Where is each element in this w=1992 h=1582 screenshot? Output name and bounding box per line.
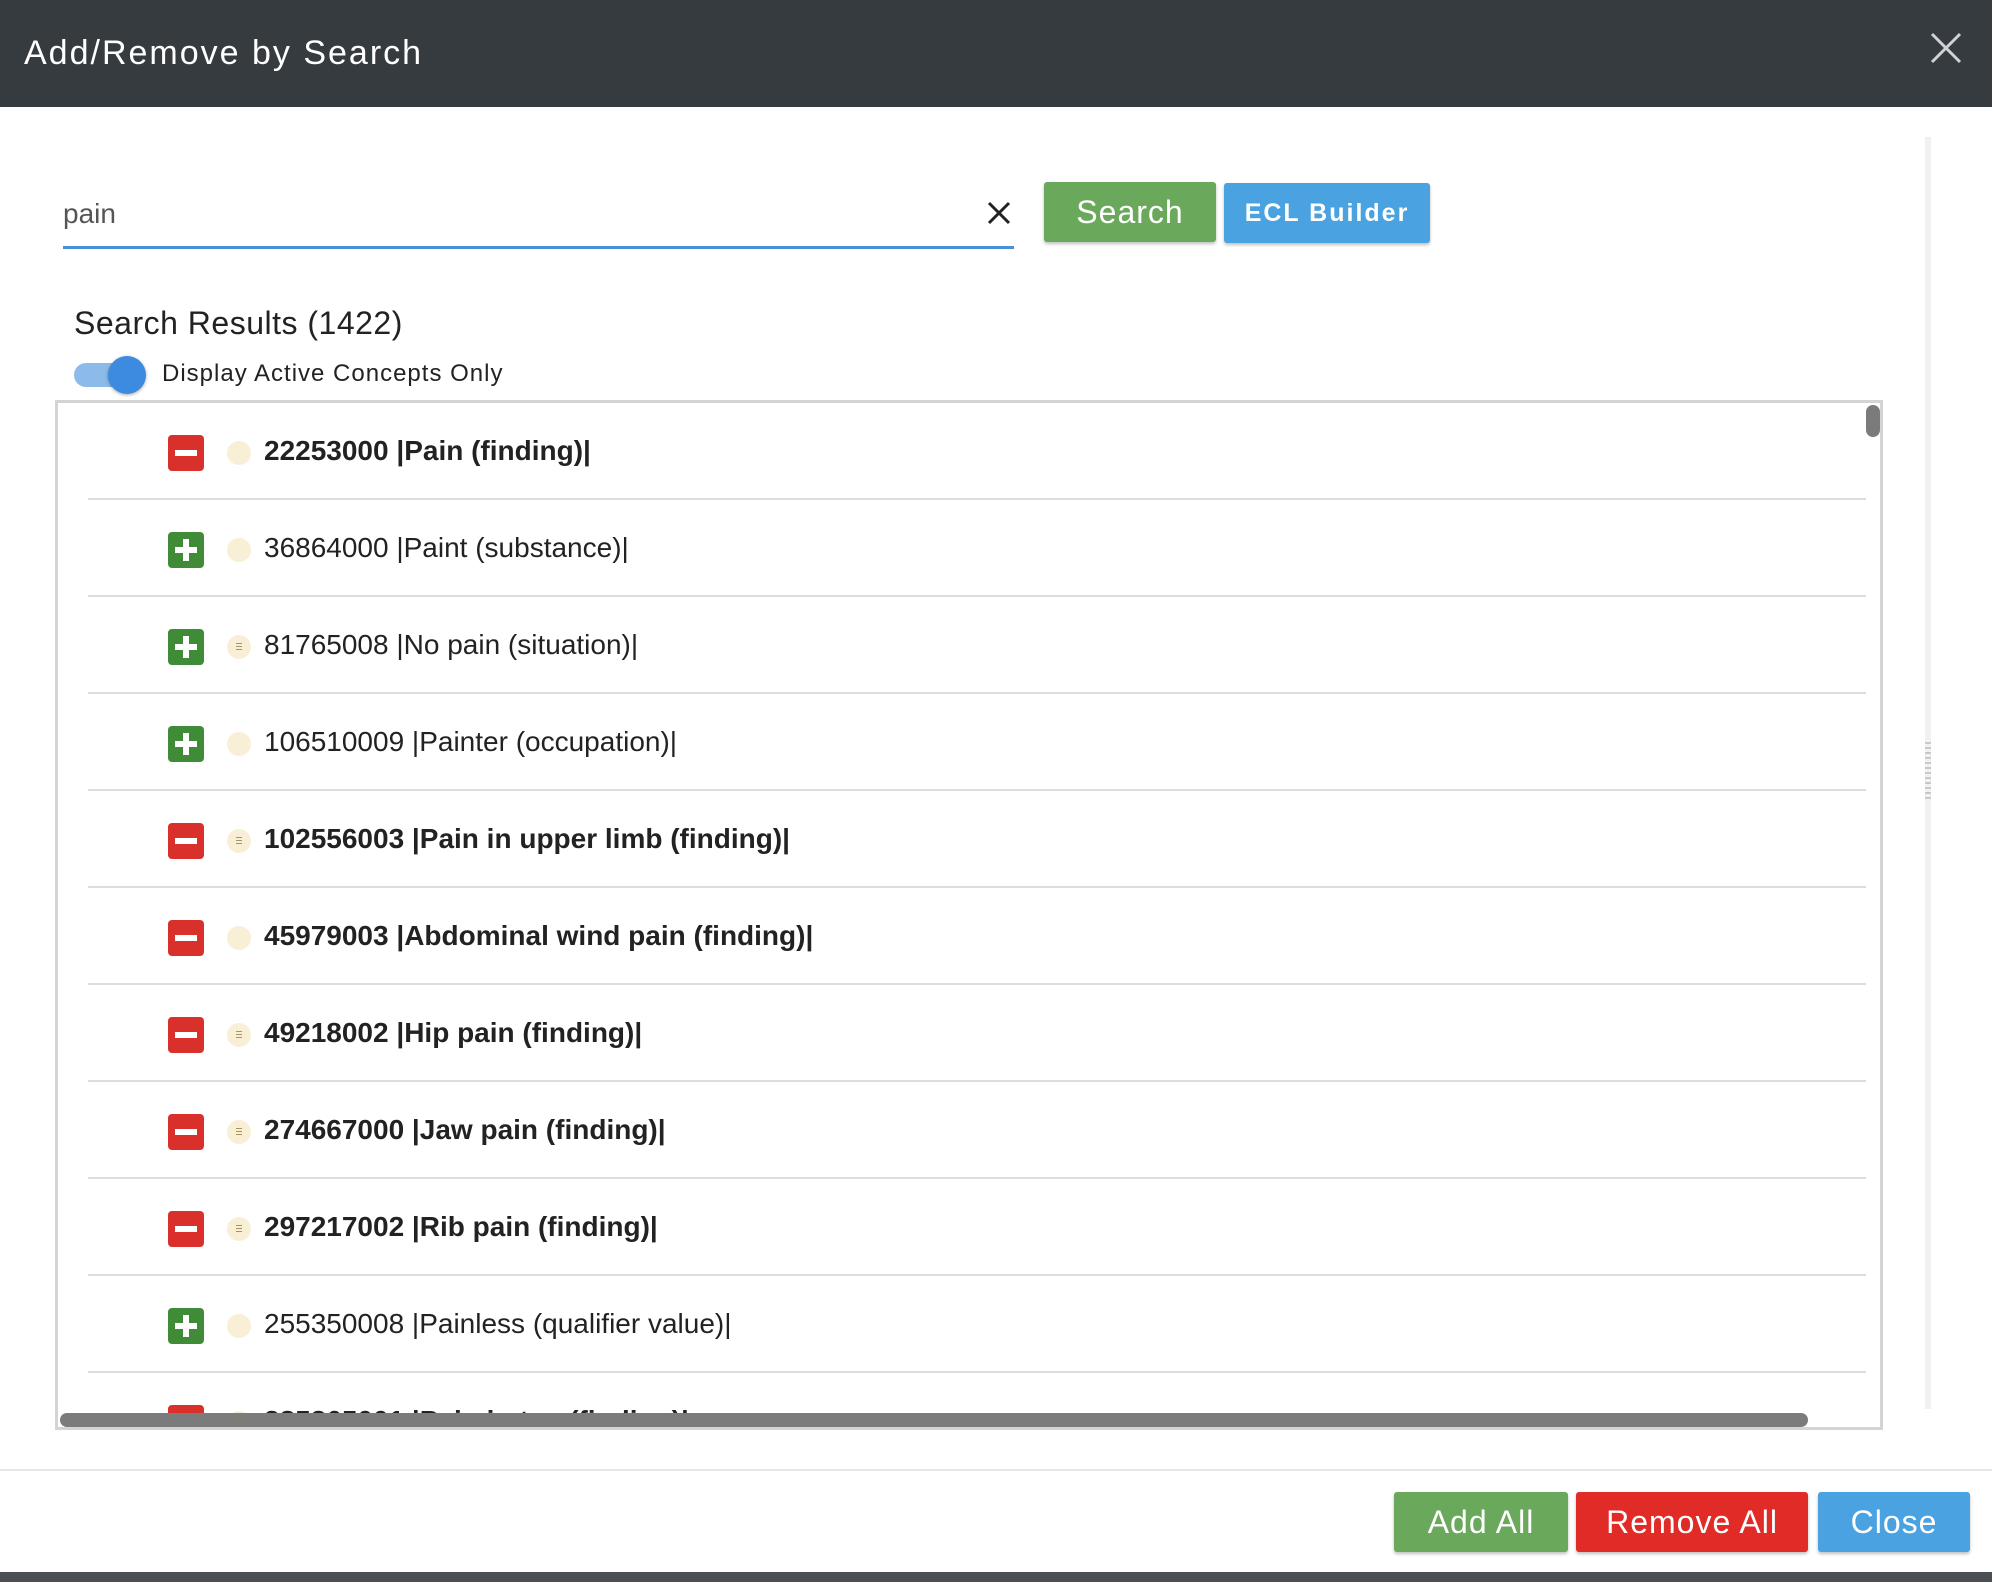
dialog-title: Add/Remove by Search [24, 34, 424, 72]
concept-status-icon [227, 1217, 251, 1241]
clear-icon[interactable] [984, 198, 1014, 228]
minus-icon[interactable] [168, 1211, 204, 1247]
concept-label: 49218002 |Hip pain (finding)| [264, 1017, 643, 1048]
active-concepts-toggle[interactable] [74, 356, 146, 394]
results-list: 22253000 |Pain (finding)| 36864000 |Paint… [88, 403, 1866, 1427]
concept-label: 102556003 |Pain in upper limb (finding)| [264, 823, 791, 854]
concept-status-icon [227, 441, 251, 465]
result-row: 81765008 |No pain (situation)| [88, 597, 1866, 694]
results-list-container[interactable]: 22253000 |Pain (finding)| 36864000 |Paint… [55, 400, 1883, 1430]
result-row: 49218002 |Hip pain (finding)| [88, 985, 1866, 1082]
concept-status-icon [227, 1023, 251, 1047]
minus-icon[interactable] [168, 1114, 204, 1150]
concept-status-icon [227, 538, 251, 562]
add-all-button[interactable]: Add All [1394, 1492, 1568, 1552]
bottom-strip [0, 1572, 1992, 1582]
minus-icon[interactable] [168, 435, 204, 471]
concept-label: 45979003 |Abdominal wind pain (finding)| [264, 920, 814, 951]
minus-icon[interactable] [168, 920, 204, 956]
toggle-knob [108, 356, 146, 394]
concept-label: 81765008 |No pain (situation)| [264, 629, 639, 660]
concept-status-icon [227, 635, 251, 659]
result-row: 102556003 |Pain in upper limb (finding)| [88, 791, 1866, 888]
concept-label: 36864000 |Paint (substance)| [264, 532, 629, 563]
minus-icon[interactable] [168, 823, 204, 859]
ecl-builder-button[interactable]: ECL Builder [1224, 183, 1430, 243]
active-concepts-label: Display Active Concepts Only [162, 360, 504, 387]
concept-label: 297217002 |Rib pain (finding)| [264, 1211, 658, 1242]
concept-status-icon [227, 1120, 251, 1144]
close-button[interactable]: Close [1818, 1492, 1970, 1552]
result-row: 297217002 |Rib pain (finding)| [88, 1179, 1866, 1276]
plus-icon[interactable] [168, 726, 204, 762]
concept-status-icon [227, 926, 251, 950]
remove-all-button[interactable]: Remove All [1576, 1492, 1808, 1552]
results-title: Search Results (1422) [74, 305, 403, 341]
concept-label: 22253000 |Pain (finding)| [264, 435, 591, 466]
concept-label: 255350008 |Painless (qualifier value)| [264, 1308, 732, 1339]
search-input[interactable] [63, 186, 943, 242]
concept-status-icon [227, 829, 251, 853]
plus-icon[interactable] [168, 532, 204, 568]
minus-icon[interactable] [168, 1017, 204, 1053]
concept-label: 106510009 |Painter (occupation)| [264, 726, 678, 757]
vertical-scrollbar-thumb[interactable] [1866, 405, 1880, 437]
result-row: 36864000 |Paint (substance)| [88, 500, 1866, 597]
search-field [63, 186, 1014, 249]
search-button[interactable]: Search [1044, 182, 1216, 242]
dialog-header: Add/Remove by Search [0, 0, 1992, 107]
plus-icon[interactable] [168, 629, 204, 665]
plus-icon[interactable] [168, 1308, 204, 1344]
result-row: 255350008 |Painless (qualifier value)| [88, 1276, 1866, 1373]
horizontal-scrollbar-thumb[interactable] [60, 1413, 1808, 1427]
close-icon[interactable] [1926, 28, 1966, 68]
result-row: 106510009 |Painter (occupation)| [88, 694, 1866, 791]
concept-status-icon [227, 732, 251, 756]
footer-divider [0, 1469, 1992, 1471]
result-row: 274667000 |Jaw pain (finding)| [88, 1082, 1866, 1179]
concept-label: 274667000 |Jaw pain (finding)| [264, 1114, 666, 1145]
result-row: 22253000 |Pain (finding)| [88, 403, 1866, 500]
result-row: 45979003 |Abdominal wind pain (finding)| [88, 888, 1866, 985]
resize-grip-icon[interactable] [1925, 742, 1931, 802]
concept-status-icon [227, 1314, 251, 1338]
